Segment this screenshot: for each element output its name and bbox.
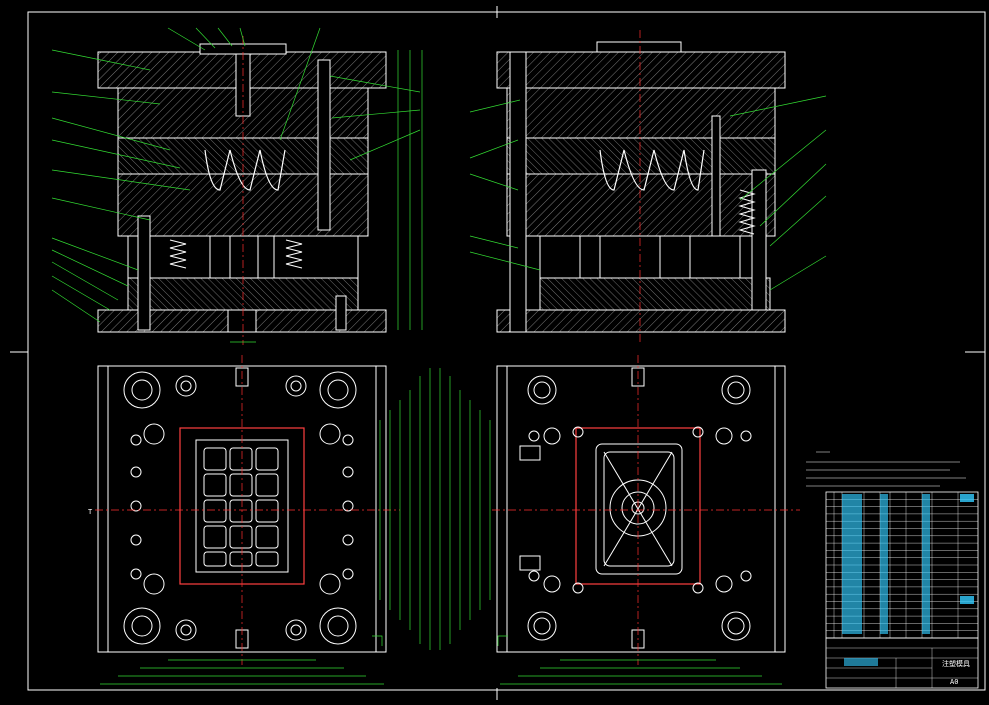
fixed-half-plan-view xyxy=(439,355,800,685)
side-section-view xyxy=(469,30,827,345)
technical-notes xyxy=(806,451,966,487)
section-mark-left: T xyxy=(88,508,93,516)
title-block-name: 注塑模具 xyxy=(942,659,970,668)
cad-drawing: T 注塑模具 A0 xyxy=(10,6,986,700)
bom-table: 注塑模具 A0 xyxy=(806,451,979,689)
title-block-sheet: A0 xyxy=(950,678,958,686)
title-block: 注塑模具 A0 xyxy=(825,637,979,689)
moving-half-plan-view: T xyxy=(88,355,431,685)
front-section-view xyxy=(51,27,423,345)
